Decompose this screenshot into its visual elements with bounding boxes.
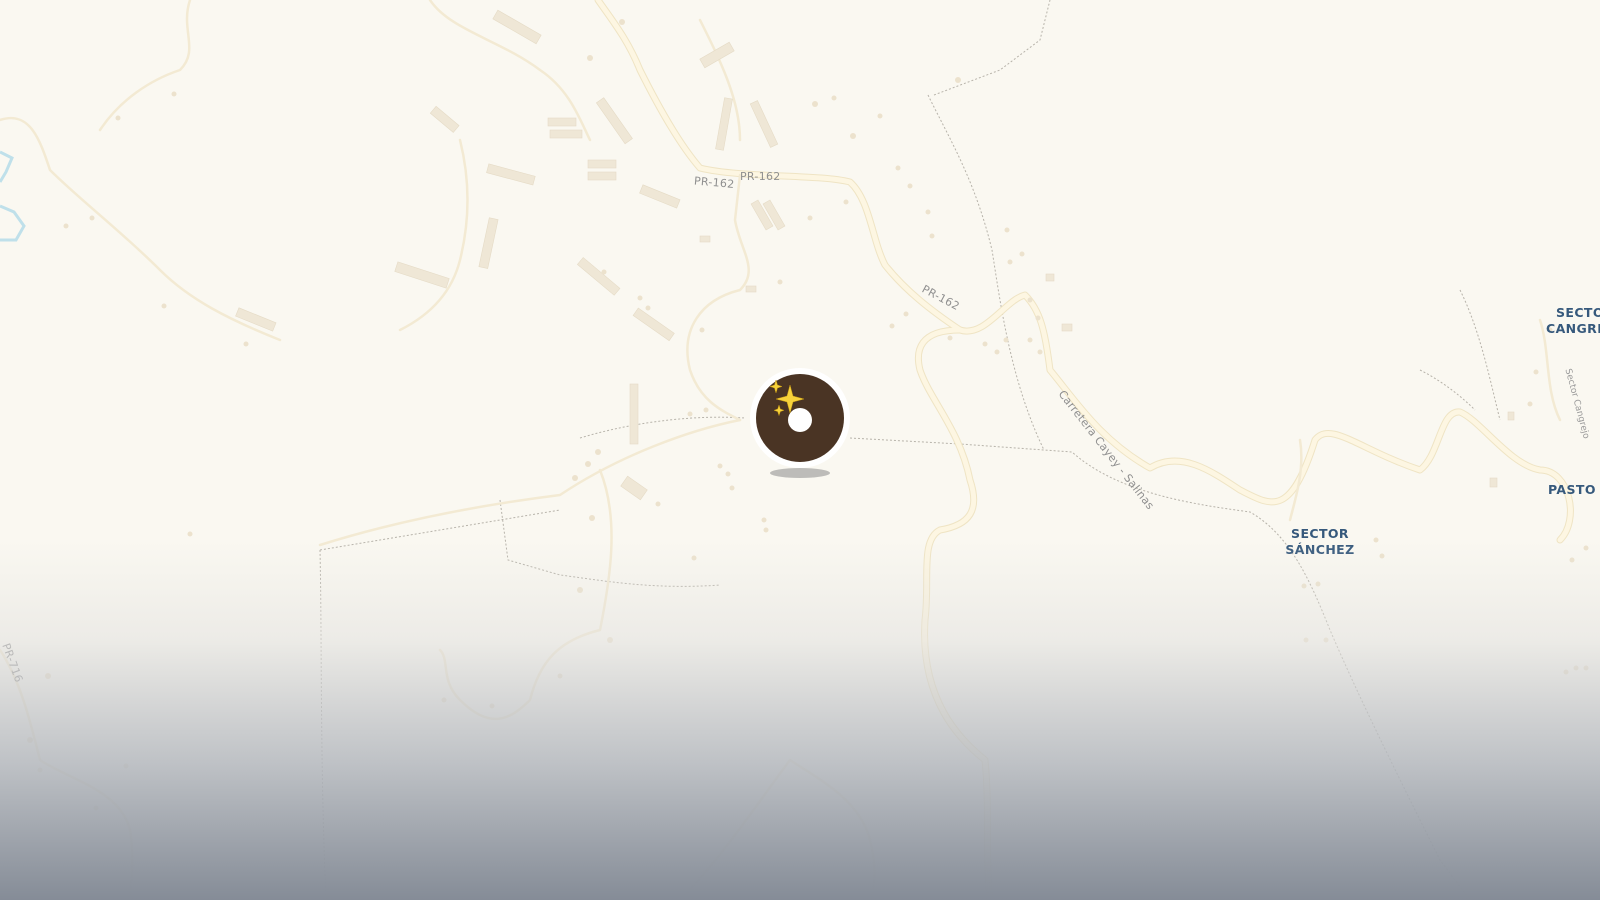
marker-center-dot xyxy=(788,408,812,432)
place-label-pasto: PASTO V xyxy=(1548,482,1600,497)
location-marker[interactable] xyxy=(745,363,855,483)
place-label-sector-sanchez-line1: SECTOR xyxy=(1291,526,1349,541)
place-label-sector-sanchez-line2: SÁNCHEZ xyxy=(1285,542,1354,557)
place-label-sector-cangrejo-line2: CANGRE xyxy=(1546,321,1600,336)
place-label-sector-cangrejo-line1: SECTOR xyxy=(1556,305,1600,320)
marker-shadow xyxy=(770,468,830,478)
road-label-pr162-b: PR-162 xyxy=(740,170,781,183)
